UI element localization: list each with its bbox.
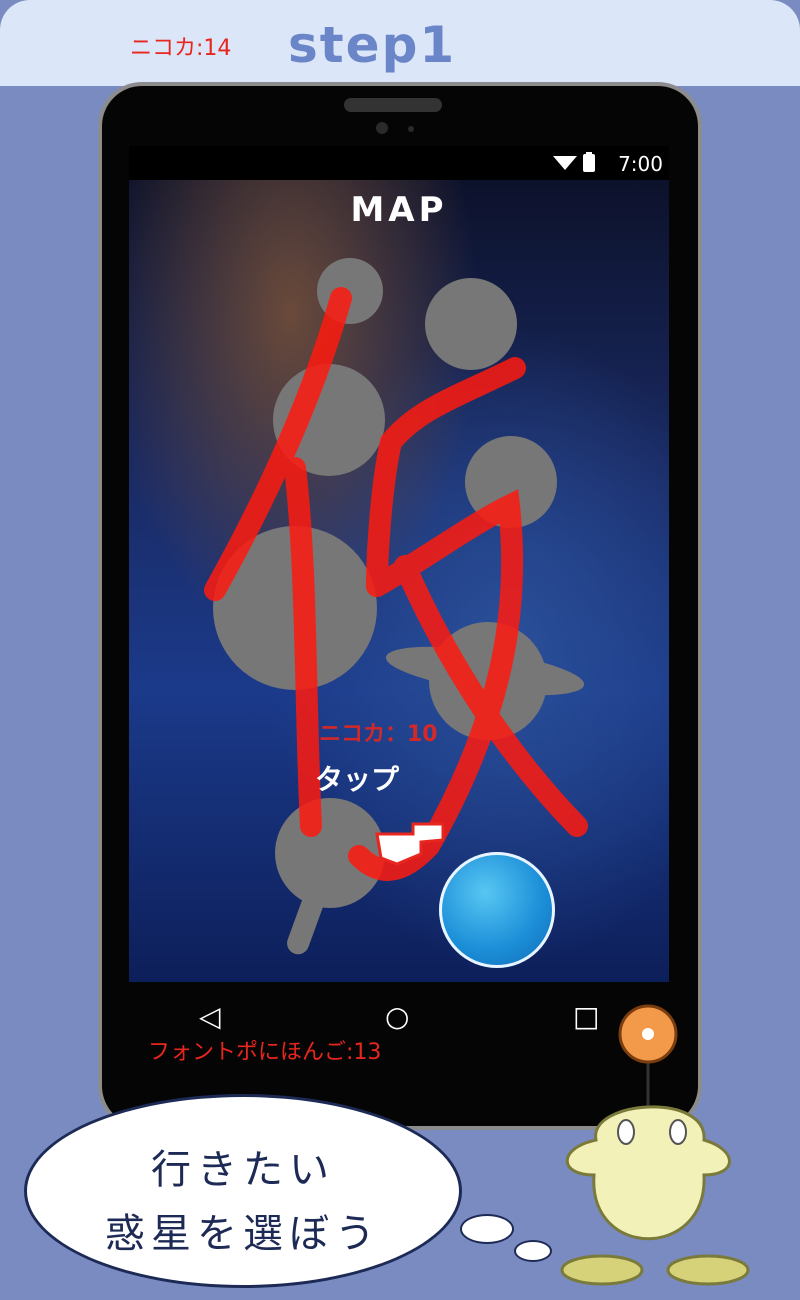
top-banner: ニコカ:14 step1 xyxy=(0,0,800,86)
back-icon[interactable]: ◁ xyxy=(199,1000,221,1033)
speech-bubble: 行きたい 惑星を選ぼう xyxy=(24,1094,462,1288)
thought-puff-1 xyxy=(460,1214,514,1244)
nika-screen-label: ニコカ：10 xyxy=(319,722,438,747)
font-credit-note: フォントポにほんご:13 xyxy=(148,1040,382,1065)
hand-pointer-icon xyxy=(375,822,445,866)
nika-count-note: ニコカ:14 xyxy=(130,36,232,61)
mascot-character xyxy=(560,1004,750,1286)
phone-speaker xyxy=(344,98,442,112)
phone-sensor xyxy=(408,126,414,132)
phone-camera xyxy=(376,122,388,134)
bubble-line-2: 惑星を選ぼう xyxy=(105,1211,381,1257)
thought-puff-2 xyxy=(514,1240,552,1262)
phone-frame: 7:00 MAP ニコカ：10 タップ ◁ ○ □ フォントポにほんご:13 xyxy=(102,86,698,1126)
app-screen: 7:00 MAP ニコカ：10 タップ xyxy=(129,146,669,982)
tap-label: タップ xyxy=(315,763,400,796)
bubble-line-1: 行きたい xyxy=(151,1147,335,1193)
step-title: step1 xyxy=(288,16,457,74)
home-icon[interactable]: ○ xyxy=(385,1000,409,1033)
